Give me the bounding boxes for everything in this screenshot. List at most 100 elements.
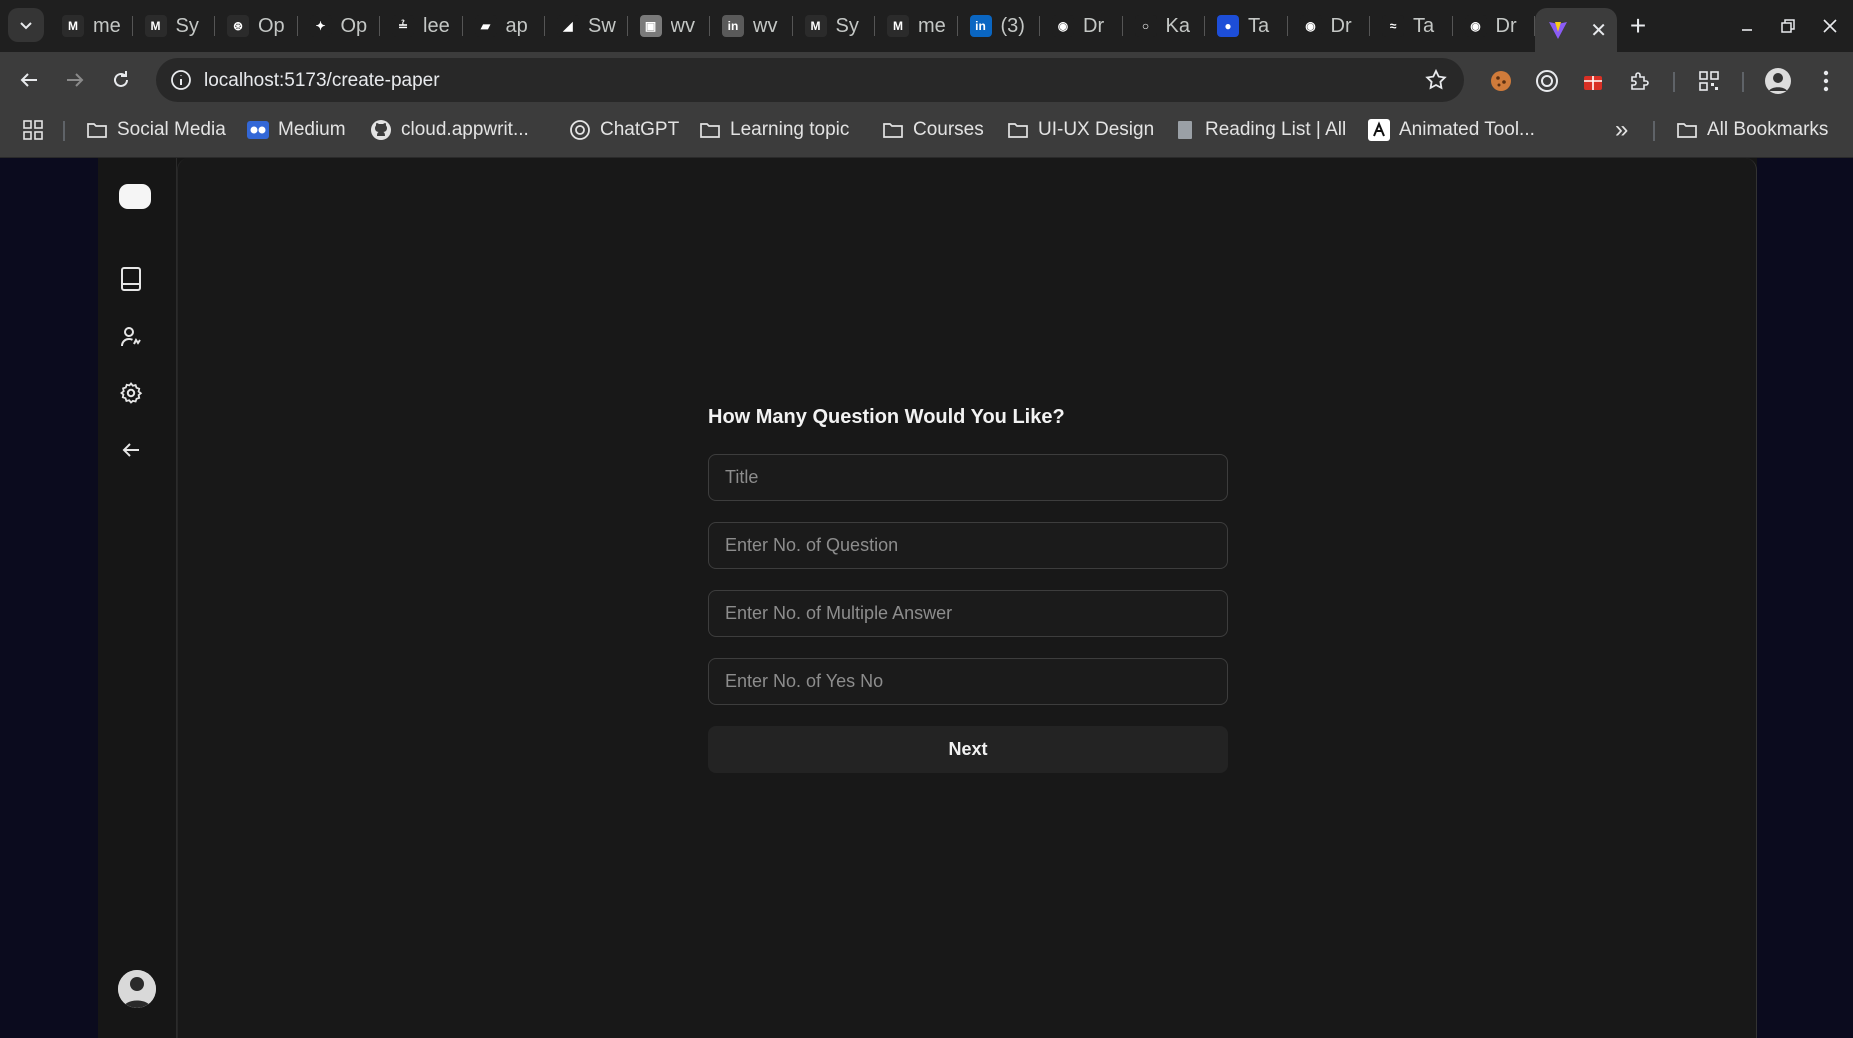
tailwind-blue-icon: ●	[1217, 15, 1239, 37]
browser-toolbar: localhost:5173/create-paper	[0, 52, 1853, 110]
toolbar-separator	[1742, 72, 1744, 92]
forward-button[interactable]	[57, 62, 93, 98]
tab-title: Ka	[1165, 14, 1190, 37]
browser-tab[interactable]: M Sy	[133, 0, 215, 52]
folder-icon	[1007, 119, 1029, 141]
minimize-button[interactable]	[1727, 10, 1767, 42]
close-window-button[interactable]	[1810, 10, 1850, 42]
bookmark-separator	[1653, 121, 1655, 141]
browser-tab[interactable]: ◉ Dr	[1040, 0, 1123, 52]
info-icon[interactable]	[170, 69, 192, 91]
apps-grid-icon	[23, 120, 43, 140]
arrow-left-icon	[122, 443, 139, 457]
bookmark-label: ChatGPT	[600, 119, 680, 140]
browser-tab[interactable]: ◢ Sw	[545, 0, 628, 52]
menu-button[interactable]	[1811, 66, 1841, 96]
browser-tab[interactable]: in (3)	[958, 0, 1040, 52]
bookmark-item[interactable]: Social Media	[86, 110, 226, 150]
dribbble-icon: ◉	[1299, 15, 1322, 37]
sidebar-item-back[interactable]	[116, 435, 146, 465]
app-logo[interactable]	[119, 184, 151, 209]
tab-title: Sy	[835, 14, 859, 37]
browser-tab[interactable]: ⊛ Op	[215, 0, 298, 52]
tab-title: Dr	[1495, 14, 1517, 37]
browser-tab[interactable]: Mme	[50, 0, 133, 52]
sidebar-item-users[interactable]	[116, 322, 146, 352]
target-extension[interactable]	[1532, 66, 1562, 96]
bookmark-item[interactable]: Reading List | All	[1174, 110, 1346, 150]
tailwind-icon: ≈	[1382, 15, 1404, 37]
browser-tab[interactable]: ▰ ap	[463, 0, 545, 52]
medium-icon	[247, 119, 269, 141]
new-tab-button[interactable]: +	[1620, 8, 1656, 44]
multiple-answer-count-input[interactable]	[708, 590, 1228, 637]
browser-tab-active[interactable]: ✕	[1535, 8, 1617, 52]
user-avatar[interactable]	[118, 970, 156, 1008]
bookmark-label: Courses	[913, 119, 984, 140]
question-count-input[interactable]	[708, 522, 1228, 569]
target-icon	[1536, 70, 1558, 92]
bookmark-item[interactable]: Learning topic	[699, 110, 849, 150]
cookie-icon	[1491, 71, 1511, 91]
bookmark-label: Medium	[278, 119, 346, 140]
address-bar[interactable]: localhost:5173/create-paper	[156, 58, 1464, 102]
chevron-down-icon	[20, 22, 32, 30]
browser-tab[interactable]: ◉ Dr	[1453, 0, 1535, 52]
all-bookmarks-label: All Bookmarks	[1707, 119, 1829, 140]
extensions-button[interactable]	[1625, 66, 1655, 96]
medium-icon: M	[887, 15, 909, 37]
browser-tab[interactable]: ◉ Dr	[1288, 0, 1370, 52]
bookmark-item[interactable]: Medium	[247, 110, 346, 150]
browser-tab[interactable]: ● Ta	[1205, 0, 1288, 52]
puzzle-red-extension[interactable]	[1578, 66, 1608, 96]
bookmark-item[interactable]: Courses	[882, 110, 984, 150]
settings-icon	[120, 382, 143, 404]
back-button[interactable]	[11, 62, 47, 98]
bookmark-item[interactable]: UI-UX Design	[1007, 110, 1154, 150]
browser-tab[interactable]: ○ Ka	[1123, 0, 1205, 52]
sidebar-item-settings[interactable]	[116, 378, 146, 408]
cookie-extension[interactable]	[1486, 66, 1516, 96]
tab-title: Op	[340, 14, 368, 37]
browser-tab[interactable]: in wv	[710, 0, 793, 52]
profile-button[interactable]	[1763, 66, 1793, 96]
bookmarks-overflow-button[interactable]: »	[1615, 110, 1628, 150]
tab-title: Op	[258, 14, 285, 37]
more-vertical-icon	[1823, 70, 1829, 92]
url-text[interactable]: localhost:5173/create-paper	[204, 70, 440, 92]
folder-icon	[699, 119, 721, 141]
tab-title: (3)	[1000, 14, 1025, 37]
browser-tab[interactable]: ≟ lee	[380, 0, 463, 52]
browser-tab[interactable]: ▣ wv	[628, 0, 710, 52]
star-icon[interactable]	[1424, 68, 1448, 92]
tab-title: me	[93, 14, 121, 37]
yes-no-count-input[interactable]	[708, 658, 1228, 705]
close-tab-icon[interactable]: ✕	[1590, 18, 1607, 43]
bookmark-item[interactable]: ChatGPT	[569, 110, 679, 150]
reload-button[interactable]	[103, 62, 139, 98]
tab-title: Sw	[588, 14, 616, 37]
next-button[interactable]: Next	[708, 726, 1228, 773]
github-icon: ○	[1134, 15, 1157, 37]
title-input[interactable]	[708, 454, 1228, 501]
tab-search-button[interactable]	[8, 8, 44, 42]
medium-icon: M	[144, 15, 167, 37]
tab-groups-button[interactable]	[1694, 66, 1724, 96]
browser-tab[interactable]: Mme	[875, 0, 958, 52]
create-paper-form: How Many Question Would You Like? Next	[708, 404, 1228, 773]
apps-button[interactable]	[22, 110, 44, 150]
browser-tab[interactable]: ≈ Ta	[1370, 0, 1453, 52]
linkedin-icon: in	[722, 15, 744, 37]
arrow-right-icon	[67, 73, 84, 87]
restore-button[interactable]	[1768, 10, 1808, 42]
all-bookmarks-button[interactable]: All Bookmarks	[1676, 110, 1828, 150]
close-icon	[1823, 19, 1837, 33]
browser-tab[interactable]: ✦ Op	[298, 0, 380, 52]
github-icon	[370, 119, 392, 141]
bookmark-item[interactable]: cloud.appwrit...	[370, 110, 529, 150]
browser-tab[interactable]: M Sy	[793, 0, 875, 52]
bookmark-item[interactable]: Animated Tool...	[1368, 110, 1535, 150]
reload-icon	[114, 71, 128, 87]
sidebar-item-papers[interactable]	[116, 264, 146, 294]
swift-icon: ◢	[557, 15, 579, 37]
